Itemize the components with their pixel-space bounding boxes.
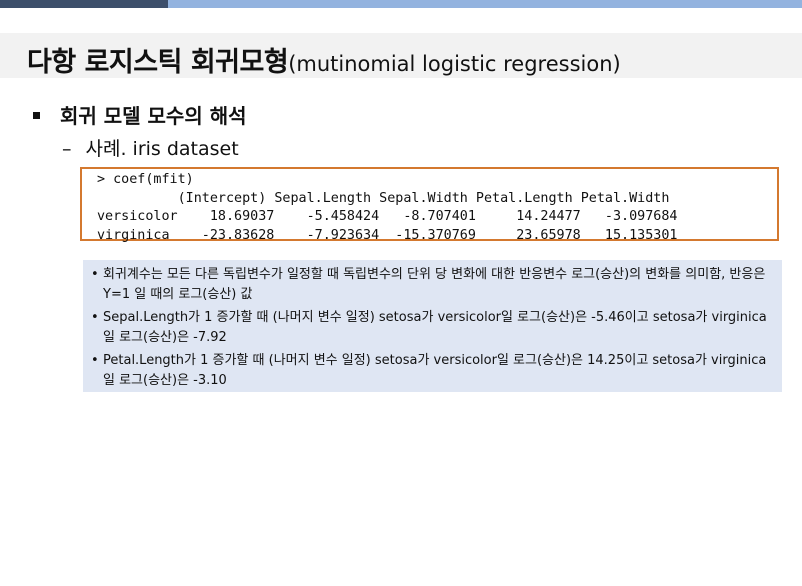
code-output-box: > coef(mfit) (Intercept) Sepal.Length Se… [80, 167, 779, 243]
code-header-row: (Intercept) Sepal.Length Sepal.Width Pet… [97, 190, 670, 206]
bullet-level2: – 사례. iris dataset [62, 134, 239, 161]
note-item: • Sepal.Length가 1 증가할 때 (나머지 변수 일정) setos… [89, 308, 772, 348]
note-text: Petal.Length가 1 증가할 때 (나머지 변수 일정) setosa… [103, 353, 767, 388]
note-item: • 회귀계수는 모든 다른 독립변수가 일정할 때 독립변수의 단위 당 변화에 … [89, 265, 772, 305]
code-row-virginica: virginica -23.83628 -7.923634 -15.370769… [97, 227, 678, 243]
bullet-level1: 회귀 모델 모수의 해석 [33, 100, 247, 129]
code-row-versicolor: versicolor 18.69037 -5.458424 -8.707401 … [97, 209, 678, 224]
slide-title-sub: (mutinomial logistic regression) [288, 52, 621, 76]
interpretation-note-box: • 회귀계수는 모든 다른 독립변수가 일정할 때 독립변수의 단위 당 변화에 … [83, 260, 782, 392]
slide-title: 다항 로지스틱 회귀모형(mutinomial logistic regress… [27, 40, 621, 79]
top-accent-bar-light [168, 0, 802, 8]
top-accent-bar-dark [0, 0, 168, 8]
slide-title-main: 다항 로지스틱 회귀모형 [27, 47, 289, 78]
note-text: 회귀계수는 모든 다른 독립변수가 일정할 때 독립변수의 단위 당 변화에 대… [103, 267, 766, 302]
bullet-dot-icon: • [91, 353, 99, 368]
square-bullet-icon [33, 112, 40, 119]
bullet-level1-text: 회귀 모델 모수의 해석 [60, 104, 247, 128]
dash-bullet: – [62, 138, 72, 160]
bullet-dot-icon: • [91, 267, 99, 282]
note-item: • Petal.Length가 1 증가할 때 (나머지 변수 일정) setos… [89, 351, 772, 391]
note-list: • 회귀계수는 모든 다른 독립변수가 일정할 때 독립변수의 단위 당 변화에 … [83, 260, 782, 391]
note-text: Sepal.Length가 1 증가할 때 (나머지 변수 일정) setosa… [103, 310, 767, 345]
code-command: > coef(mfit) [97, 172, 194, 187]
bullet-level2-text: 사례. iris dataset [85, 138, 239, 160]
bullet-dot-icon: • [91, 310, 99, 325]
code-output: > coef(mfit) (Intercept) Sepal.Length Se… [97, 171, 677, 245]
